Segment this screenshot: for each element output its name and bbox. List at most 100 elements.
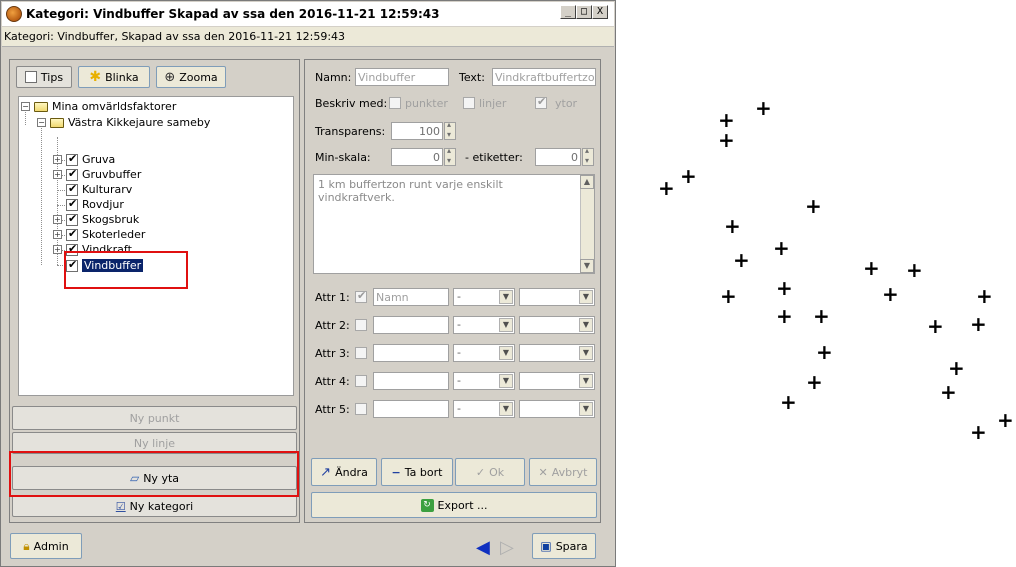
avbryt-button[interactable]: ✕ Avbryt [529, 458, 597, 486]
expand-icon[interactable]: + [53, 155, 62, 164]
minskala-spinner[interactable] [444, 146, 456, 166]
namn-label: Namn: [315, 71, 352, 84]
expand-icon[interactable]: + [53, 215, 62, 224]
attr-checkbox[interactable] [355, 403, 367, 415]
etiketter-input[interactable]: 0 [535, 148, 581, 166]
attr-name-input[interactable] [373, 344, 449, 362]
attr-type-value: - [457, 290, 461, 303]
description-textarea[interactable]: 1 km buffertzon runt varje enskilt vindk… [313, 174, 595, 274]
transparens-spinner[interactable] [444, 120, 456, 140]
tips-toggle[interactable]: Tips [16, 66, 72, 88]
expand-icon[interactable]: + [53, 170, 62, 179]
text-input[interactable]: Vindkraftbuffertzo [492, 68, 596, 86]
ny-punkt-button[interactable]: Ny punkt [12, 406, 297, 430]
attr-name-input[interactable] [373, 400, 449, 418]
maximize-button[interactable]: □ [576, 5, 592, 19]
ytor-checkbox[interactable] [535, 95, 547, 109]
linjer-label: linjer [479, 97, 507, 110]
andra-button[interactable]: ↗ Ändra [311, 458, 377, 486]
plus-marker: + [882, 282, 899, 306]
scroll-up-icon[interactable]: ▲ [580, 175, 594, 189]
namn-input[interactable]: Vindbuffer [355, 68, 449, 86]
ny-kategori-button[interactable]: ☑ Ny kategori [12, 495, 297, 517]
tree-item-skoterleder[interactable]: + Skoterleder [53, 227, 145, 241]
attr-row: Attr 1: Namn -▼ ▼ [305, 288, 602, 308]
tree-item-label: Skogsbruk [82, 213, 140, 226]
forward-arrow-icon[interactable]: ▷ [500, 537, 514, 558]
layer-tree[interactable]: − Mina omvärldsfaktorer − Västra Kikkeja… [18, 96, 294, 396]
attr-checkbox[interactable] [355, 289, 367, 303]
attr-row: Attr 2: - ▼ ▼ [305, 316, 602, 336]
chevron-down-icon: ▼ [579, 402, 593, 416]
transparens-input[interactable]: 100 [391, 122, 443, 140]
admin-button[interactable]: 🔒︎ Admin [10, 533, 82, 559]
layer-checkbox[interactable] [66, 167, 78, 181]
tree-root[interactable]: − Mina omvärldsfaktorer [21, 100, 176, 113]
linjer-checkbox[interactable] [463, 97, 475, 109]
folder-open-icon [34, 101, 48, 112]
spara-button[interactable]: ▣ Spara [532, 533, 596, 559]
minimize-button[interactable]: _ [560, 5, 576, 19]
plus-marker: + [970, 420, 987, 444]
attr-type-select[interactable]: - ▼ [453, 372, 515, 390]
plus-marker: + [718, 108, 735, 132]
plus-marker: + [680, 164, 697, 188]
attr-type-select[interactable]: - ▼ [453, 344, 515, 362]
layer-checkbox[interactable] [66, 152, 78, 166]
export-button[interactable]: ↻ Export ... [311, 492, 597, 518]
tree-item-label: Kulturarv [82, 183, 133, 196]
text-label: Text: [459, 71, 485, 84]
tree-item-gruvbuffer[interactable]: + Gruvbuffer [53, 167, 141, 181]
attr-type-select[interactable]: - ▼ [453, 400, 515, 418]
attr-type-select[interactable]: - ▼ [453, 288, 515, 306]
layer-checkbox[interactable] [66, 212, 78, 226]
cancel-icon: ✕ [538, 465, 548, 479]
attr-extra-select[interactable]: ▼ [519, 288, 595, 306]
layer-checkbox[interactable] [66, 197, 78, 211]
tree-item-rovdjur[interactable]: Rovdjur [66, 197, 124, 211]
attr-label: Attr 3: [315, 347, 350, 360]
attr-name-input[interactable] [373, 372, 449, 390]
attr-checkbox[interactable] [355, 375, 367, 387]
attr-extra-select[interactable]: ▼ [519, 400, 595, 418]
collapse-icon[interactable]: − [21, 102, 30, 111]
beskriv-label: Beskriv med: [315, 97, 388, 110]
punkter-checkbox[interactable] [389, 97, 401, 109]
collapse-icon[interactable]: − [37, 118, 46, 127]
attr-type-value: - [457, 346, 461, 359]
plus-marker: + [997, 408, 1014, 432]
tips-checkbox[interactable] [24, 71, 37, 83]
tree-group[interactable]: − Västra Kikkejaure sameby [37, 116, 210, 129]
attr-checkbox[interactable] [355, 319, 367, 331]
layer-checkbox[interactable] [66, 227, 78, 241]
tree-item-skogsbruk[interactable]: + Skogsbruk [53, 212, 140, 226]
expand-icon[interactable]: + [53, 245, 62, 254]
scroll-down-icon[interactable]: ▼ [580, 259, 594, 273]
minus-icon: − [391, 465, 401, 479]
check-icon: ✓ [475, 465, 486, 479]
attr-name-input[interactable]: Namn [373, 288, 449, 306]
tree-item-gruva[interactable]: + Gruva [53, 152, 115, 166]
ta-bort-label: Ta bort [404, 465, 443, 479]
expand-icon[interactable]: + [53, 230, 62, 239]
attr-checkbox[interactable] [355, 347, 367, 359]
tree-item-kulturarv[interactable]: Kulturarv [66, 182, 133, 196]
attr-extra-select[interactable]: ▼ [519, 372, 595, 390]
attr-type-select[interactable]: - ▼ [453, 316, 515, 334]
minskala-input[interactable]: 0 [391, 148, 443, 166]
attr-name-input[interactable] [373, 316, 449, 334]
ok-label: Ok [489, 465, 505, 479]
zooma-button[interactable]: ⊕ Zooma [156, 66, 226, 88]
ta-bort-button[interactable]: − Ta bort [381, 458, 453, 486]
back-arrow-icon[interactable]: ◀ [476, 537, 490, 558]
attr-extra-select[interactable]: ▼ [519, 316, 595, 334]
layer-checkbox[interactable] [66, 182, 78, 196]
avbryt-label: Avbryt [551, 465, 588, 479]
blinka-button[interactable]: ✱ Blinka [78, 66, 150, 88]
plus-marker: + [805, 194, 822, 218]
etiketter-spinner[interactable] [582, 146, 594, 166]
attr-extra-select[interactable]: ▼ [519, 344, 595, 362]
title-bar[interactable]: Kategori: Vindbuffer Skapad av ssa den 2… [2, 2, 614, 26]
close-button[interactable]: X [592, 5, 608, 19]
ok-button[interactable]: ✓ Ok [455, 458, 525, 486]
